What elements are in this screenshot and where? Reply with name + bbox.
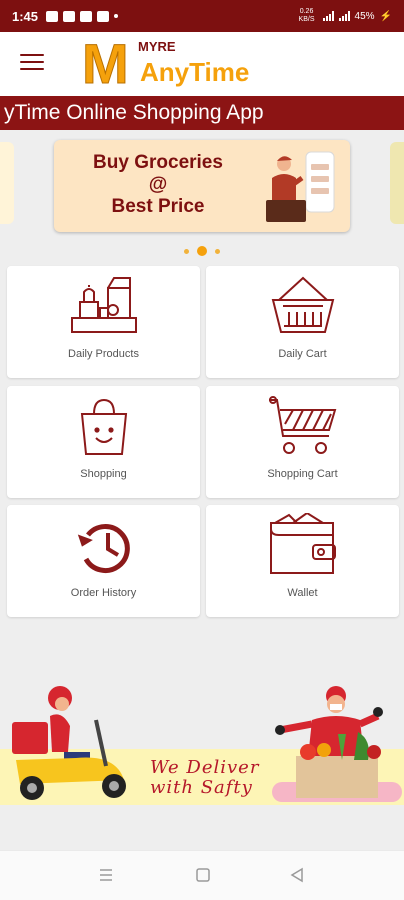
wallet-icon [269, 513, 336, 574]
messenger-icon [80, 10, 93, 22]
app-header: M MYRE AnyTime [0, 32, 404, 96]
signal-icon-2 [338, 11, 350, 21]
more-notifications-icon [114, 14, 119, 18]
tile-daily-cart[interactable]: Daily Cart [206, 266, 399, 378]
tile-order-history[interactable]: Order History [7, 505, 200, 617]
banner-line-1: Buy Groceries [93, 152, 223, 173]
tile-label: Shopping Cart [267, 468, 338, 480]
logo-top-text: MYRE [138, 39, 176, 54]
basket-icon [271, 276, 334, 333]
youtube-icon [63, 10, 76, 22]
system-nav-bar [0, 850, 404, 900]
app-notification-icon [97, 10, 110, 22]
tile-shopping[interactable]: Shopping [7, 386, 200, 498]
signal-icon [322, 11, 334, 21]
delivery-scooter-illustration [12, 686, 126, 800]
delivery-man-with-groceries-illustration [275, 686, 383, 798]
shopping-cart-icon [268, 396, 336, 454]
promo-carousel[interactable]: Buy Groceries @ Best Price [0, 130, 404, 260]
battery-level: 45% [354, 10, 375, 22]
shopper-phone-illustration [266, 151, 335, 222]
home-button-icon[interactable] [195, 867, 211, 883]
banner-line-2: @ [148, 174, 168, 195]
next-slide-peek[interactable] [390, 142, 404, 224]
tile-label: Order History [70, 587, 137, 599]
previous-slide-peek[interactable] [0, 142, 14, 224]
banner-text: Buy Groceries @ Best Price [88, 152, 228, 218]
delivery-text: We Deliver with Safty [150, 758, 259, 798]
status-bar: 1:45 0.26 KB/S 45% ⚡ [0, 0, 404, 32]
notification-icons [46, 10, 119, 22]
charging-icon: ⚡ [379, 10, 392, 22]
delivery-line-1: We Deliver [150, 757, 260, 778]
facebook-icon [46, 10, 59, 22]
carousel-indicator [0, 246, 404, 256]
carousel-dot-active[interactable] [197, 246, 207, 256]
carousel-dot[interactable] [215, 248, 220, 254]
tile-shopping-cart[interactable]: Shopping Cart [206, 386, 399, 498]
back-button-icon[interactable] [289, 867, 305, 883]
delivery-banner: We Deliver with Safty [0, 680, 404, 810]
banner-line-3: Best Price [111, 196, 205, 217]
carousel-dot[interactable] [184, 248, 189, 254]
status-right: 0.26 KB/S 45% ⚡ [296, 8, 392, 24]
tile-daily-products[interactable]: Daily Products [7, 266, 200, 378]
tile-label: Shopping [80, 468, 127, 480]
logo-bottom-text: AnyTime [140, 57, 250, 87]
delivery-line-2: with Safty [150, 777, 253, 798]
promo-banner[interactable]: Buy Groceries @ Best Price [54, 140, 350, 232]
app-logo: M MYRE AnyTime [82, 32, 252, 95]
tile-label: Daily Products [68, 348, 139, 360]
marquee-banner: yTime Online Shopping App [0, 96, 404, 130]
tile-wallet[interactable]: Wallet [206, 505, 399, 617]
status-time: 1:45 [12, 8, 39, 24]
grocery-products-icon [70, 277, 137, 333]
logo-initial: M [82, 32, 130, 95]
marquee-text: yTime Online Shopping App [4, 101, 264, 124]
tile-label: Daily Cart [278, 348, 327, 360]
hamburger-menu-icon[interactable] [20, 54, 44, 72]
shopping-bag-icon [80, 398, 127, 455]
recent-apps-icon[interactable] [98, 867, 114, 883]
history-icon [77, 524, 130, 574]
tile-label: Wallet [287, 587, 318, 599]
data-speed: 0.26 KB/S [298, 8, 315, 23]
